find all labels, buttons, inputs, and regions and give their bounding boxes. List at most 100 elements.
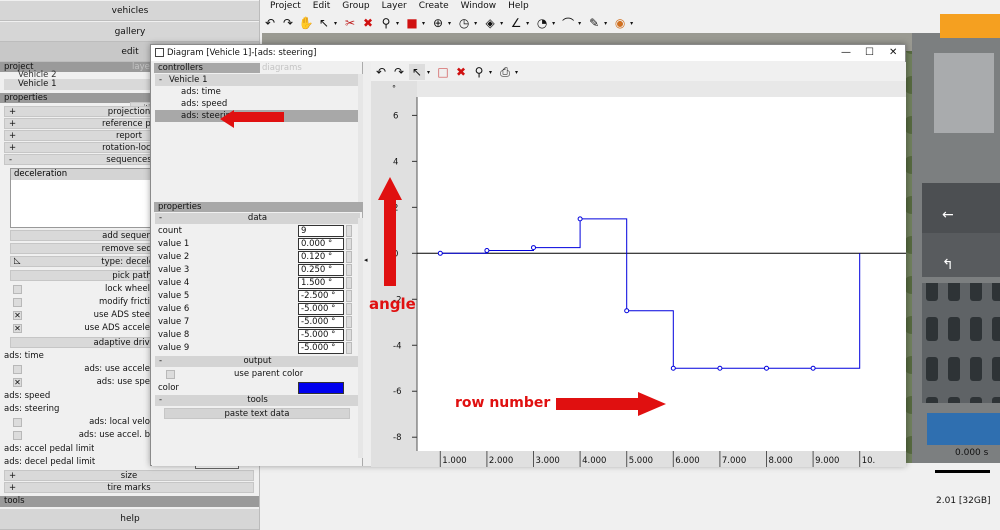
spin-button[interactable] xyxy=(346,238,352,250)
dropdown-arrow-icon[interactable]: ▾ xyxy=(604,20,607,27)
spin-button[interactable] xyxy=(346,264,352,276)
prop-field-value-3[interactable]: 0.250 ° xyxy=(298,264,344,276)
select-arrow-icon[interactable]: ↖ xyxy=(409,64,425,80)
dropdown-arrow-icon[interactable]: ▾ xyxy=(489,69,492,76)
tree-item-ads-time[interactable]: ads: time xyxy=(155,86,359,98)
select-arrow-icon[interactable]: ↖ xyxy=(316,15,332,31)
data-point[interactable] xyxy=(484,248,490,254)
spin-button[interactable] xyxy=(346,316,352,328)
spin-button[interactable] xyxy=(346,329,352,341)
dropdown-arrow-icon[interactable]: ▾ xyxy=(630,20,633,27)
dropdown-arrow-icon[interactable]: ▾ xyxy=(474,20,477,27)
data-point[interactable] xyxy=(810,365,816,371)
tree-root-vehicle-1[interactable]: - Vehicle 1 xyxy=(155,74,359,86)
dropdown-arrow-icon[interactable]: ▾ xyxy=(334,20,337,27)
tools-section[interactable]: - tools xyxy=(155,395,360,406)
redo-icon[interactable]: ↷ xyxy=(391,64,407,80)
undo-icon[interactable]: ↶ xyxy=(262,15,278,31)
dropdown-arrow-icon[interactable]: ▾ xyxy=(526,20,529,27)
corner-tab[interactable] xyxy=(940,14,1000,38)
data-point[interactable] xyxy=(531,245,536,251)
dropdown-arrow-icon[interactable]: ▾ xyxy=(427,69,430,76)
prop-field-value-8[interactable]: -5.000 ° xyxy=(298,329,344,341)
prop-field-value-5[interactable]: -2.500 ° xyxy=(298,290,344,302)
menu-project[interactable]: Project xyxy=(270,0,301,13)
prop-field-value-1[interactable]: 0.000 ° xyxy=(298,238,344,250)
tire-marks-row[interactable]: + tire marks xyxy=(4,482,254,493)
delete-x-icon[interactable]: ✖ xyxy=(360,15,376,31)
print-icon[interactable]: ⎙ xyxy=(497,64,513,80)
dropdown-arrow-icon[interactable]: ▾ xyxy=(515,69,518,76)
data-point[interactable] xyxy=(577,216,583,222)
spin-button[interactable] xyxy=(346,290,352,302)
prop-field-count[interactable]: 9 xyxy=(298,225,344,237)
prop-field-value-7[interactable]: -5.000 ° xyxy=(298,316,344,328)
size-row[interactable]: + size xyxy=(4,470,254,481)
prop-field-value-4[interactable]: 1.500 ° xyxy=(298,277,344,289)
steering-plot[interactable]: 6420-2-4-6-81.000 2.000 3.000 4.000 5.000 6.0… xyxy=(371,81,906,467)
zoom-icon[interactable]: ⚲ xyxy=(378,15,394,31)
diagrams-tab[interactable]: diagrams xyxy=(258,63,358,73)
spin-button[interactable] xyxy=(346,251,352,263)
gauge-icon[interactable]: ◷ xyxy=(456,15,472,31)
redo-icon[interactable]: ↷ xyxy=(280,15,296,31)
checkbox-ads-use-accele[interactable] xyxy=(13,365,22,374)
output-section[interactable]: - output xyxy=(155,356,360,367)
dropdown-arrow-icon[interactable]: ▾ xyxy=(500,20,503,27)
use-parent-color-checkbox[interactable] xyxy=(166,370,175,379)
data-point[interactable] xyxy=(717,365,723,371)
menu-window[interactable]: Window xyxy=(461,0,497,13)
menu-group[interactable]: Group xyxy=(342,0,369,13)
pencil-icon[interactable]: ✎ xyxy=(586,15,602,31)
data-point[interactable] xyxy=(624,308,630,314)
checkbox-ads-local-velo[interactable] xyxy=(13,418,22,427)
dropdown-arrow-icon[interactable]: ▾ xyxy=(448,20,451,27)
spin-button[interactable] xyxy=(346,342,352,354)
delete-x-icon[interactable]: ✖ xyxy=(453,64,469,80)
pan-hand-icon[interactable]: ✋ xyxy=(298,15,314,31)
record-icon[interactable]: ◉ xyxy=(612,15,628,31)
minimize-button[interactable]: — xyxy=(841,45,851,61)
undo-icon[interactable]: ↶ xyxy=(373,64,389,80)
spin-button[interactable] xyxy=(346,225,352,237)
window-titlebar[interactable]: Diagram [Vehicle 1]-[ads: steering] — ☐ … xyxy=(151,45,905,61)
tree-item-ads-speed[interactable]: ads: speed xyxy=(155,98,359,110)
paste-text-data-button[interactable]: paste text data xyxy=(164,408,350,419)
gallery-button[interactable]: gallery xyxy=(0,22,259,42)
data-point[interactable] xyxy=(670,365,676,371)
target-icon[interactable]: ⊕ xyxy=(430,15,446,31)
prop-field-value-6[interactable]: -5.000 ° xyxy=(298,303,344,315)
controllers-tab[interactable]: controllers xyxy=(154,63,260,73)
data-point[interactable] xyxy=(764,365,769,371)
color-swatch[interactable] xyxy=(298,382,344,394)
angle-icon[interactable]: ∠ xyxy=(508,15,524,31)
checkbox-use-ads-stee[interactable]: ✕ xyxy=(13,311,22,320)
maximize-button[interactable]: ☐ xyxy=(865,45,874,61)
checkbox-lock-wheel[interactable] xyxy=(13,285,22,294)
curve-icon[interactable]: ⌒ xyxy=(560,15,576,31)
spin-button[interactable] xyxy=(346,277,352,289)
checkbox-ads-use-accel-b[interactable] xyxy=(13,431,22,440)
checkbox-use-ads-accele[interactable]: ✕ xyxy=(13,324,22,333)
dropdown-arrow-icon[interactable]: ▾ xyxy=(396,20,399,27)
dropdown-arrow-icon[interactable]: ▾ xyxy=(578,20,581,27)
data-section[interactable]: - data xyxy=(155,213,360,224)
menu-layer[interactable]: Layer xyxy=(382,0,407,13)
dial-icon[interactable]: ◔ xyxy=(534,15,550,31)
tree-item-ads-steering[interactable]: ads: steering xyxy=(155,110,359,122)
close-button[interactable]: ✕ xyxy=(889,45,897,61)
vehicles-button[interactable]: vehicles xyxy=(0,1,259,21)
measure-icon[interactable]: ◈ xyxy=(482,15,498,31)
dropdown-arrow-icon[interactable]: ▾ xyxy=(552,20,555,27)
spin-button[interactable] xyxy=(346,303,352,315)
checkbox-ads-use-spe[interactable]: ✕ xyxy=(13,378,22,387)
pane-splitter[interactable]: ◂ xyxy=(363,62,371,466)
menu-create[interactable]: Create xyxy=(419,0,449,13)
zoom-icon[interactable]: ⚲ xyxy=(471,64,487,80)
rect-select-icon[interactable]: □ xyxy=(435,64,451,80)
shape-icon[interactable]: ■ xyxy=(404,15,420,31)
menu-edit[interactable]: Edit xyxy=(313,0,330,13)
help-button[interactable]: help xyxy=(0,509,259,530)
data-point[interactable] xyxy=(437,250,443,256)
prop-field-value-2[interactable]: 0.120 ° xyxy=(298,251,344,263)
